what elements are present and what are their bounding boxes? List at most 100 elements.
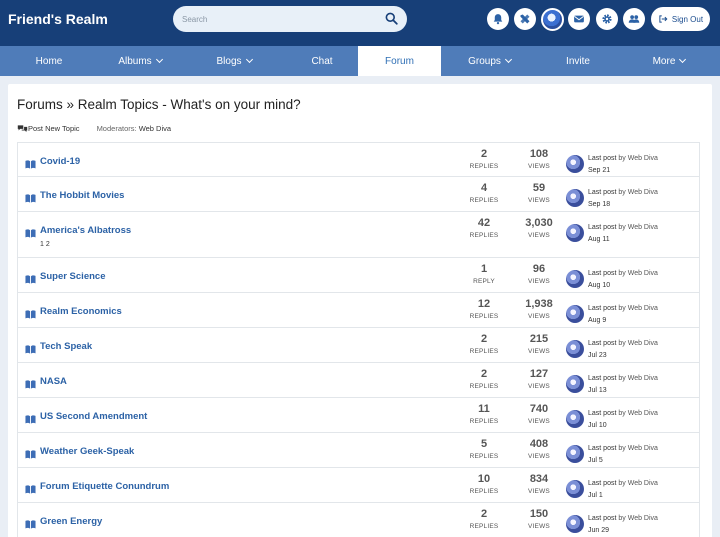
views-count: 108	[529, 148, 549, 160]
last-post-info: Last post by Web Diva Aug 10	[588, 268, 658, 292]
nav-chat[interactable]: Chat	[286, 46, 358, 76]
views-stat: 3,030 VIEWS	[519, 217, 559, 239]
last-post-author[interactable]: by Web Diva	[618, 445, 658, 452]
last-post-info: Last post by Web Diva Aug 9	[588, 303, 658, 327]
last-post-date: Jul 13	[588, 387, 607, 394]
last-post-link[interactable]: Last post	[588, 515, 616, 522]
moderator-link[interactable]: Web Diva	[139, 124, 171, 133]
topic-title-link[interactable]: Super Science	[40, 271, 105, 282]
avatar[interactable]	[541, 8, 564, 31]
nav-albums[interactable]: Albums	[98, 46, 182, 76]
views-count: 834	[529, 473, 549, 485]
book-icon	[25, 306, 36, 319]
book-icon	[25, 516, 36, 529]
topic-title-link[interactable]: Forum Etiquette Conundrum	[40, 481, 169, 492]
settings-button[interactable]	[596, 8, 618, 30]
last-post-info: Last post by Web Diva Sep 18	[588, 187, 658, 211]
last-poster-avatar[interactable]	[566, 515, 584, 533]
notifications-button[interactable]	[487, 8, 509, 30]
replies-stat: 2 REPLIES	[464, 368, 504, 390]
replies-label: REPLIES	[469, 313, 499, 320]
nav-blogs[interactable]: Blogs	[182, 46, 286, 76]
last-post-author[interactable]: by Web Diva	[618, 375, 658, 382]
chevron-down-icon	[504, 55, 512, 64]
last-post-link[interactable]: Last post	[588, 410, 616, 417]
last-post-link[interactable]: Last post	[588, 445, 616, 452]
last-post-author[interactable]: by Web Diva	[618, 270, 658, 277]
nav-invite[interactable]: Invite	[538, 46, 618, 76]
views-label: VIEWS	[528, 278, 550, 285]
last-post-link[interactable]: Last post	[588, 189, 616, 196]
last-post-author[interactable]: by Web Diva	[618, 340, 658, 347]
last-poster-avatar[interactable]	[566, 270, 584, 288]
nav-label: Invite	[566, 55, 590, 67]
replies-label: REPLIES	[469, 523, 499, 530]
nav-label: More	[652, 55, 676, 67]
last-post-date: Jul 23	[588, 352, 607, 359]
nav-label: Albums	[118, 55, 152, 67]
last-post-link[interactable]: Last post	[588, 155, 616, 162]
replies-count: 4	[480, 182, 488, 194]
replies-stat: 12 REPLIES	[464, 298, 504, 320]
last-post-link[interactable]: Last post	[588, 224, 616, 231]
last-poster-avatar[interactable]	[566, 305, 584, 323]
last-poster-avatar[interactable]	[566, 445, 584, 463]
messages-button[interactable]	[568, 8, 590, 30]
post-new-topic-link[interactable]: Post New Topic	[28, 124, 80, 133]
replies-stat: 4 REPLIES	[464, 182, 504, 204]
last-post-author[interactable]: by Web Diva	[618, 480, 658, 487]
topic-row: Realm Economics 12 REPLIES 1,938 VIEWS Last p…	[17, 293, 700, 328]
nav-more[interactable]: More	[618, 46, 720, 76]
topic-row: Weather Geek-Speak 5 REPLIES 408 VIEWS Last p…	[17, 433, 700, 468]
topic-title-link[interactable]: Green Energy	[40, 516, 102, 527]
views-label: VIEWS	[528, 232, 550, 239]
replies-count: 42	[477, 217, 491, 229]
nav-groups[interactable]: Groups	[441, 46, 538, 76]
site-logo[interactable]: Friend's Realm	[8, 11, 108, 27]
last-poster-avatar[interactable]	[566, 410, 584, 428]
last-post-author[interactable]: by Web Diva	[618, 515, 658, 522]
last-poster-avatar[interactable]	[566, 155, 584, 173]
search-icon[interactable]	[385, 12, 398, 25]
topic-title-link[interactable]: Tech Speak	[40, 341, 92, 352]
search-input[interactable]	[173, 6, 373, 32]
last-post-info: Last post by Web Diva Jul 5	[588, 443, 658, 467]
nav-forum[interactable]: Forum	[358, 46, 441, 76]
last-poster-avatar[interactable]	[566, 340, 584, 358]
replies-stat: 5 REPLIES	[464, 438, 504, 460]
topic-title-link[interactable]: Realm Economics	[40, 306, 122, 317]
last-post-link[interactable]: Last post	[588, 305, 616, 312]
last-post-author[interactable]: by Web Diva	[618, 410, 658, 417]
views-label: VIEWS	[528, 383, 550, 390]
topic-title-link[interactable]: NASA	[40, 376, 67, 387]
topic-pages[interactable]: 1 2	[40, 241, 50, 248]
topic-title-link[interactable]: US Second Amendment	[40, 411, 147, 422]
views-label: VIEWS	[528, 348, 550, 355]
last-poster-avatar[interactable]	[566, 189, 584, 207]
topic-title-link[interactable]: America's Albatross	[40, 225, 131, 236]
replies-stat: 42 REPLIES	[464, 217, 504, 239]
replies-count: 11	[478, 403, 490, 415]
last-poster-avatar[interactable]	[566, 224, 584, 242]
replies-count: 2	[480, 148, 488, 160]
last-post-author[interactable]: by Web Diva	[618, 224, 658, 231]
topic-title-link[interactable]: Weather Geek-Speak	[40, 446, 134, 457]
last-post-link[interactable]: Last post	[588, 480, 616, 487]
sign-out-button[interactable]: Sign Out	[651, 7, 710, 31]
tools-button[interactable]	[514, 8, 536, 30]
last-post-author[interactable]: by Web Diva	[618, 305, 658, 312]
last-post-link[interactable]: Last post	[588, 340, 616, 347]
last-post-author[interactable]: by Web Diva	[618, 189, 658, 196]
replies-count: 12	[477, 298, 491, 310]
last-post-link[interactable]: Last post	[588, 270, 616, 277]
book-icon	[25, 481, 36, 494]
friends-button[interactable]	[623, 8, 645, 30]
last-poster-avatar[interactable]	[566, 375, 584, 393]
nav-home[interactable]: Home	[0, 46, 98, 76]
last-post-author[interactable]: by Web Diva	[618, 155, 658, 162]
last-post-info: Last post by Web Diva Jul 10	[588, 408, 658, 432]
last-poster-avatar[interactable]	[566, 480, 584, 498]
topic-title-link[interactable]: Covid-19	[40, 156, 80, 167]
last-post-link[interactable]: Last post	[588, 375, 616, 382]
topic-title-link[interactable]: The Hobbit Movies	[40, 190, 124, 201]
